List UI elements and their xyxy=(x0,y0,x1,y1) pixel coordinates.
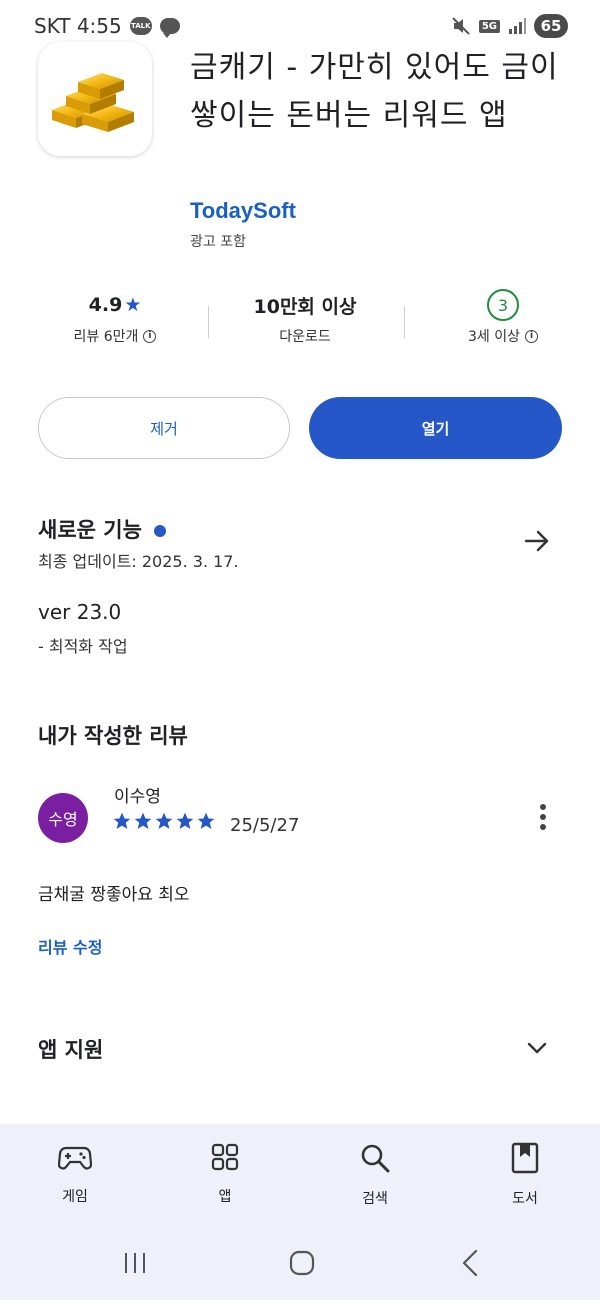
carrier-time: SKT 4:55 xyxy=(34,14,122,38)
network-badge: 5G xyxy=(478,19,500,33)
battery-indicator: 65 xyxy=(534,14,568,38)
star-icon xyxy=(176,812,194,829)
review-date: 25/5/27 xyxy=(230,815,300,836)
kakaotalk-icon: TALK xyxy=(129,17,152,35)
age-label: 3세 이상 xyxy=(468,329,520,345)
downloads-stat: 10만회 이상 다운로드 xyxy=(230,290,380,346)
review-stars xyxy=(112,811,216,831)
system-nav-bar xyxy=(0,1230,600,1300)
gold-bars-icon xyxy=(52,73,134,132)
age-label-row: 3세 이상 i xyxy=(428,326,578,346)
chevron-down-icon[interactable] xyxy=(524,1035,550,1061)
downloads-label: 다운로드 xyxy=(279,329,331,345)
new-indicator-dot xyxy=(153,525,166,537)
last-updated: 최종 업데이트: 2025. 3. 17. xyxy=(38,552,239,571)
app-support-title[interactable]: 앱 지원 xyxy=(38,1034,103,1064)
my-review-title: 내가 작성한 리뷰 xyxy=(38,724,188,748)
recent-apps-icon[interactable] xyxy=(120,1248,150,1278)
nav-item-games[interactable]: 게임 xyxy=(30,1142,120,1206)
review-text: 금채굴 짱좋아요 최오 xyxy=(38,885,190,905)
nav-label-search: 검색 xyxy=(362,1191,388,1207)
star-icon xyxy=(113,812,131,829)
more-dot xyxy=(540,824,546,830)
whats-new-title: 새로운 기능 xyxy=(38,518,142,542)
avatar: 수영 xyxy=(38,793,88,843)
divider xyxy=(208,306,209,338)
nav-label-books: 도서 xyxy=(512,1191,538,1207)
app-title: 금캐기 - 가만히 있어도 금이 쌓이는 돈버는 리워드 앱 xyxy=(190,50,559,133)
more-dot xyxy=(540,804,546,810)
book-icon xyxy=(511,1142,539,1174)
nav-label-games: 게임 xyxy=(62,1189,88,1205)
age-rating-icon: 3 xyxy=(487,289,519,321)
back-icon[interactable] xyxy=(456,1248,486,1278)
info-icon[interactable]: i xyxy=(143,329,157,343)
gamepad-icon xyxy=(58,1146,92,1170)
more-options-icon[interactable] xyxy=(532,800,554,834)
star-icon xyxy=(155,812,173,829)
nav-item-apps[interactable]: 앱 xyxy=(180,1142,270,1206)
apps-grid-icon xyxy=(211,1143,239,1171)
arrow-right-icon[interactable] xyxy=(522,526,552,556)
rating-label: 리뷰 6만개 xyxy=(73,329,139,345)
open-button-label: 열기 xyxy=(421,419,450,438)
ad-note: 광고 포함 xyxy=(190,234,246,250)
mute-icon xyxy=(452,17,470,35)
age-value-row: 3 xyxy=(428,289,578,321)
info-icon[interactable]: i xyxy=(525,329,538,343)
rating-value-row: 4.9 ★ xyxy=(40,290,190,320)
search-icon xyxy=(361,1144,390,1173)
nav-item-search[interactable]: 검색 xyxy=(330,1142,420,1208)
reviewer-name: 이수영 xyxy=(114,787,161,807)
app-icon xyxy=(38,42,152,156)
version-text: ver 23.0 xyxy=(38,600,122,624)
star-icon xyxy=(134,812,152,829)
status-right: 5G 65 xyxy=(451,14,568,38)
chat-bubble-icon xyxy=(159,18,180,38)
developer-link[interactable]: TodaySoft xyxy=(190,198,296,224)
remove-button-label: 제거 xyxy=(150,419,178,438)
signal-icon xyxy=(509,18,526,34)
bottom-nav: 게임 앱 검색 도서 xyxy=(0,1124,600,1230)
rating-label-row: 리뷰 6만개 i xyxy=(40,326,190,346)
rating-value: 4.9 xyxy=(88,294,123,316)
nav-item-books[interactable]: 도서 xyxy=(480,1142,570,1208)
whats-new-header[interactable]: 새로운 기능 xyxy=(38,514,166,544)
remove-button[interactable]: 제거 xyxy=(38,397,290,459)
divider xyxy=(404,306,405,338)
age-rating-stat[interactable]: 3 3세 이상 i xyxy=(428,289,578,346)
star-icon: ★ xyxy=(124,294,142,316)
star-icon xyxy=(197,812,215,829)
app-stats: 4.9 ★ 리뷰 6만개 i 10만회 이상 다운로드 3 3세 이상 i xyxy=(0,289,600,360)
more-dot xyxy=(540,814,546,820)
edit-review-link[interactable]: 리뷰 수정 xyxy=(38,934,102,958)
status-left: SKT 4:55 TALK xyxy=(34,14,180,38)
release-notes: - 최적화 작업 xyxy=(38,637,128,656)
open-button[interactable]: 열기 xyxy=(309,397,562,459)
downloads-value: 10만회 이상 xyxy=(253,295,357,318)
rating-stat[interactable]: 4.9 ★ 리뷰 6만개 i xyxy=(40,290,190,346)
nav-label-apps: 앱 xyxy=(218,1189,232,1205)
home-icon[interactable] xyxy=(287,1248,317,1278)
